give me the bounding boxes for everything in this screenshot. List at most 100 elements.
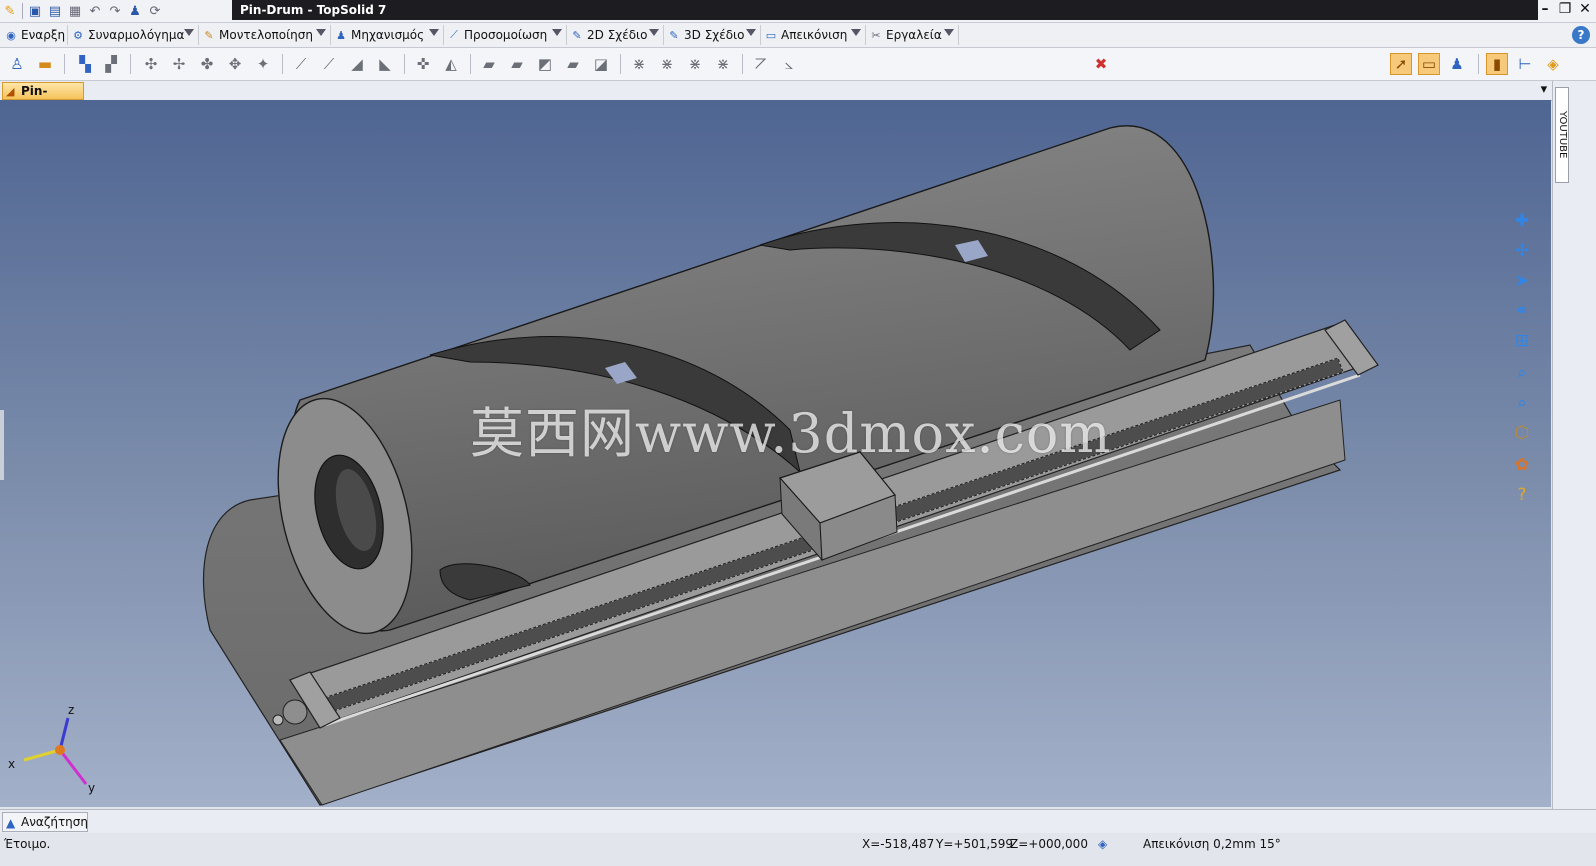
tab-modeling[interactable]: ✎ Μοντελοποίηση: [200, 25, 331, 45]
undo-icon[interactable]: ↶: [87, 3, 103, 19]
divider: [282, 54, 283, 74]
refresh-icon[interactable]: ⟳: [147, 3, 163, 19]
explode-4-icon[interactable]: ⋇: [712, 53, 734, 75]
tab-3d-drawing[interactable]: ✎ 3D Σχέδιο: [665, 25, 761, 45]
tab-label: 2D Σχέδιο: [587, 28, 648, 42]
sketch-plane-icon[interactable]: ◣: [374, 53, 396, 75]
pattern-icon[interactable]: ▚: [74, 53, 96, 75]
chevron-down-icon[interactable]: [184, 29, 194, 36]
link-icon[interactable]: ⚭: [1508, 298, 1536, 324]
tab-2d-drawing[interactable]: ✎ 2D Σχέδιο: [568, 25, 664, 45]
save-icon[interactable]: ▣: [27, 3, 43, 19]
tab-start[interactable]: ◉ Εναρξη: [2, 25, 68, 45]
explode-3-icon[interactable]: ⋇: [684, 53, 706, 75]
repeat-icon[interactable]: ▞: [100, 53, 122, 75]
block-5-icon[interactable]: ◪: [590, 53, 612, 75]
document-icon: ◢: [6, 85, 15, 98]
display-mode-icon[interactable]: ◈: [1098, 837, 1107, 851]
pencil-2d-icon: ✎: [572, 28, 582, 42]
print-icon[interactable]: ▦: [67, 3, 83, 19]
rotate-icon[interactable]: ◭: [440, 53, 462, 75]
constraint-plane-icon[interactable]: ✥: [224, 53, 246, 75]
tab-label: Μοντελοποίηση: [219, 28, 313, 42]
tab-tools[interactable]: ✂ Εργαλεία: [867, 25, 959, 45]
chevron-down-icon[interactable]: [429, 29, 439, 36]
chevron-down-icon[interactable]: [649, 29, 659, 36]
properties-icon[interactable]: ◈: [1542, 53, 1564, 75]
close-icon[interactable]: ✕: [1578, 1, 1592, 17]
select-options-icon[interactable]: ♟: [1446, 53, 1468, 75]
left-splitter[interactable]: [0, 410, 4, 480]
axis-arrow-icon[interactable]: ✢: [1508, 238, 1536, 264]
tab-simulation[interactable]: ⟋ Προσομοίωση: [445, 25, 567, 45]
explode-icon[interactable]: ⋇: [628, 53, 650, 75]
add-point-icon[interactable]: ✚: [1508, 208, 1536, 234]
tab-assembly[interactable]: ⚙ Συναρμολόγημα: [69, 25, 199, 45]
help-icon[interactable]: ?: [1572, 26, 1590, 44]
status-ready: Έτοιμο.: [4, 837, 51, 851]
constraint-frame-icon[interactable]: ✦: [252, 53, 274, 75]
divider: [64, 54, 65, 74]
search-bar: ▲ Αναζήτηση: [0, 809, 1596, 834]
constraint-point-icon[interactable]: ✣: [140, 53, 162, 75]
minimize-icon[interactable]: –: [1538, 1, 1552, 17]
user-icon[interactable]: ♟: [127, 3, 143, 19]
cross-axis-icon[interactable]: ✖: [1090, 53, 1112, 75]
block-2-icon[interactable]: ▰: [506, 53, 528, 75]
modeling-icon: ✎: [204, 28, 214, 42]
tab-display[interactable]: ▭ Απεικόνιση: [762, 25, 866, 45]
select-filter-icon[interactable]: ▭: [1418, 53, 1440, 75]
search-button[interactable]: ▲ Αναζήτηση: [2, 812, 88, 832]
select-mode-icon[interactable]: ➚: [1390, 53, 1412, 75]
move-icon[interactable]: ✜: [412, 53, 434, 75]
insert-part-icon[interactable]: ♙: [6, 53, 28, 75]
globe-icon: ◉: [6, 28, 16, 42]
block-4-icon[interactable]: ▰: [562, 53, 584, 75]
view-cube-icon[interactable]: ⬡: [1508, 420, 1536, 446]
3d-viewport[interactable]: 莫西网www.3dmox.com ✚ ✢ ➤ ⚭ ⊞ ⌕ ⌕ ⬡ ✿ ? 100…: [0, 100, 1551, 807]
explode-2-icon[interactable]: ⋇: [656, 53, 678, 75]
chevron-down-icon[interactable]: [316, 29, 326, 36]
zoom-window-icon[interactable]: ⌕: [1508, 360, 1536, 386]
block-3-icon[interactable]: ◩: [534, 53, 556, 75]
measure-dropdown-icon[interactable]: ⦣: [778, 53, 800, 75]
restore-icon[interactable]: ❐: [1558, 1, 1572, 17]
youtube-tab[interactable]: YOUTUBE: [1555, 87, 1569, 183]
insert-component-icon[interactable]: ▬: [34, 53, 56, 75]
app-menu-icon[interactable]: ✎: [2, 3, 18, 19]
sketch-line-icon[interactable]: ⟋: [318, 53, 340, 75]
axis-triad: z x y: [8, 703, 95, 795]
constraint-line-icon[interactable]: ✢: [168, 53, 190, 75]
mechanism-icon: ♟: [336, 28, 346, 42]
sketch-surface-icon[interactable]: ◢: [346, 53, 368, 75]
zoom-icon[interactable]: ⌕: [1508, 390, 1536, 416]
constraint-axis-icon[interactable]: ✤: [196, 53, 218, 75]
tab-list-icon[interactable]: ▾: [1541, 82, 1548, 97]
tree-icon[interactable]: ⊢: [1514, 53, 1536, 75]
save-all-icon[interactable]: ▤: [47, 3, 63, 19]
block-icon[interactable]: ▰: [478, 53, 500, 75]
query-icon[interactable]: ?: [1508, 482, 1536, 508]
divider: [22, 3, 23, 19]
document-tab[interactable]: ◢ Pin-Drum: [2, 82, 84, 114]
tab-label: 3D Σχέδιο: [684, 28, 745, 42]
tab-label: Εναρξη: [21, 28, 66, 42]
measure-icon[interactable]: ⦢: [750, 53, 772, 75]
palette-icon[interactable]: ✿: [1508, 452, 1536, 478]
tab-label: Εργαλεία: [886, 28, 942, 42]
status-x: X=-518,487: [862, 837, 935, 851]
divider: [742, 54, 743, 74]
chevron-down-icon[interactable]: [746, 29, 756, 36]
chevron-down-icon[interactable]: [851, 29, 861, 36]
chevron-down-icon[interactable]: [552, 29, 562, 36]
tab-label: Μηχανισμός: [351, 28, 425, 42]
redo-icon[interactable]: ↷: [107, 3, 123, 19]
chevron-down-icon[interactable]: [944, 29, 954, 36]
window-title: Pin-Drum - TopSolid 7: [232, 0, 1538, 20]
direction-icon[interactable]: ➤: [1508, 268, 1536, 294]
view-layout-icon[interactable]: ⊞: [1508, 328, 1536, 354]
divider: [130, 54, 131, 74]
sketch-point-icon[interactable]: ⟋: [290, 53, 312, 75]
tab-mechanism[interactable]: ♟ Μηχανισμός: [332, 25, 444, 45]
highlight-icon[interactable]: ▮: [1486, 53, 1508, 75]
